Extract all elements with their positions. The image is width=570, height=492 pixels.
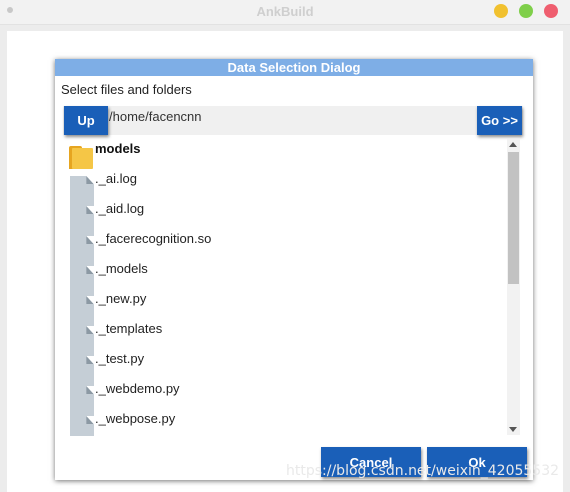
file-name: ._ai.log — [95, 171, 137, 186]
list-item[interactable]: ._webpose.py — [69, 410, 499, 436]
file-name: ._aid.log — [95, 201, 145, 216]
close-button[interactable] — [544, 4, 558, 18]
file-name: ._webdemo.py — [95, 381, 180, 396]
file-list: models ._ai.log ._aid.log ._facerecognit… — [69, 140, 522, 436]
path-bar — [63, 106, 523, 135]
list-item[interactable]: models — [69, 140, 499, 170]
data-selection-dialog: Data Selection Dialog Select files and f… — [55, 59, 533, 480]
watermark-text: https://blog.csdn.net/weixin_42055532 — [286, 463, 560, 479]
file-name: ._models — [95, 261, 148, 276]
go-button[interactable]: Go >> — [477, 106, 522, 135]
list-item[interactable]: ._webdemo.py — [69, 380, 499, 416]
file-name: ._facerecognition.so — [95, 231, 212, 246]
scroll-down-icon[interactable] — [509, 427, 517, 432]
file-name: ._new.py — [95, 291, 147, 306]
workspace: Data Selection Dialog Select files and f… — [7, 31, 563, 492]
window-title: AnkBuild — [256, 4, 314, 19]
list-item[interactable]: ._new.py — [69, 290, 499, 326]
file-name: ._templates — [95, 321, 163, 336]
list-item[interactable]: ._test.py — [69, 350, 499, 386]
list-item[interactable]: ._templates — [69, 320, 499, 356]
list-item[interactable]: ._ai.log — [69, 170, 499, 206]
up-button[interactable]: Up — [64, 106, 108, 135]
scrollbar-thumb[interactable] — [508, 152, 519, 284]
list-item[interactable]: ._aid.log — [69, 200, 499, 236]
window-titlebar: AnkBuild — [0, 0, 570, 25]
list-item[interactable]: ._facerecognition.so — [69, 230, 499, 266]
dialog-prompt: Select files and folders — [61, 82, 192, 97]
list-item[interactable]: ._models — [69, 260, 499, 296]
dialog-title: Data Selection Dialog — [55, 59, 533, 76]
folder-icon — [69, 146, 93, 169]
minimize-button[interactable] — [494, 4, 508, 18]
scroll-up-icon[interactable] — [509, 142, 517, 147]
file-name: ._test.py — [95, 351, 145, 366]
maximize-button[interactable] — [519, 4, 533, 18]
file-icon — [70, 416, 94, 436]
file-name: models — [95, 141, 141, 156]
file-name: ._webpose.py — [95, 411, 176, 426]
file-list-scrollbar[interactable] — [507, 139, 520, 435]
path-input[interactable] — [109, 106, 469, 126]
